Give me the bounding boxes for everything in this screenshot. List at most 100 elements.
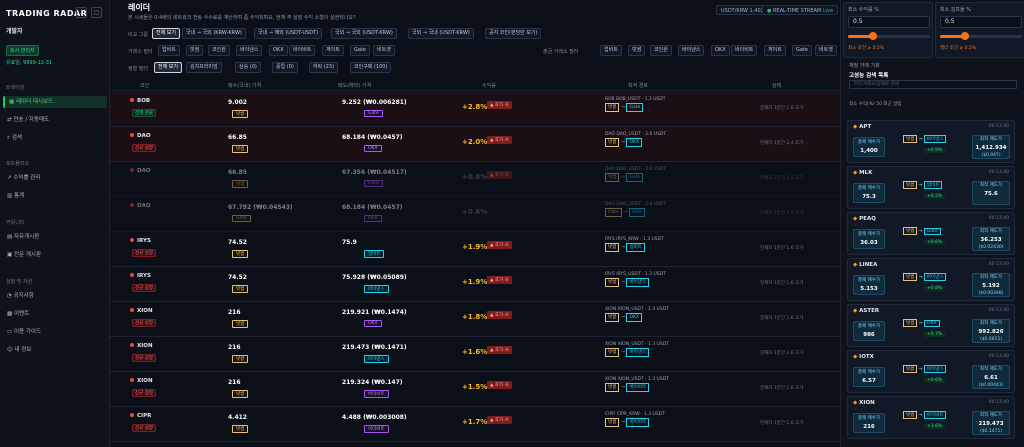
card-sell-label: 최적 매도가: [979, 137, 1003, 142]
compare-chip[interactable]: 국외 → 국내 (USDT-KRW): [408, 28, 474, 39]
table-row[interactable]: IRYS 신규 상장 74.52 빗썸 75.928 (₩0.05089) 바이낸스 +1.…: [110, 267, 840, 302]
nav-transfer[interactable]: ⇄ 전송 / 자동매도: [3, 114, 107, 126]
nav-notice[interactable]: ◔ 공지사항: [3, 290, 107, 302]
table-row[interactable]: XION 신규 상장 216 빗썸 219.473 (₩0.1471) 바이낸스 +1.6%…: [110, 337, 840, 372]
exchange-chip-2[interactable]: 코인원: [650, 45, 672, 56]
col-status[interactable]: 상태: [772, 82, 781, 89]
nav-event[interactable]: ▩ 이벤트: [3, 308, 107, 320]
compare-chip[interactable]: 공지 코인(펀딩만 보기): [485, 28, 542, 39]
exchange-chip-2[interactable]: OKX: [711, 45, 730, 56]
opportunity-card[interactable]: ◆ XION 00:13:40 총매 매수가 216 빗썸 → 바이비트 +1.6% 최적 …: [847, 396, 1015, 439]
col-coin[interactable]: 코인: [140, 82, 149, 89]
col-buy[interactable]: 매수(국내) 가격: [228, 82, 261, 89]
col-sell[interactable]: 매도(해외) 가격: [338, 82, 371, 89]
nav-profile[interactable]: ☺ 내 정보: [3, 344, 107, 356]
opportunity-card[interactable]: ◆ IOTX 00:13:40 총매 매수가 6.57 빗썸 → 바이낸스 +0.6% 최적…: [847, 350, 1015, 393]
alert-badge[interactable]: ▲ 호가 사: [487, 416, 512, 424]
table-row[interactable]: IRYS 신규 상장 74.52 빗썸 75.9 업비트 +1.9% ▲ 호가 사 IRYS I…: [110, 232, 840, 267]
sort-chip[interactable]: 상승 (0): [235, 62, 261, 73]
exchange-chip[interactable]: 비트겟: [373, 45, 395, 56]
exchange-chip-2[interactable]: 바이낸스: [678, 45, 705, 56]
nav-expert-board[interactable]: ▣ 전문 게시판: [3, 249, 107, 261]
status-dot-icon: [130, 378, 134, 382]
exchange-chip-2[interactable]: 게이트: [764, 45, 786, 56]
compare-chip[interactable]: 국외 → 국외 (USDT-KRW): [331, 28, 397, 39]
slider-knob[interactable]: [960, 32, 969, 40]
best-route[interactable]: DAO DAO_USDT · 2.6 USDT Gate → OKX: [605, 201, 695, 217]
exchange-chip-2[interactable]: 바이비트: [731, 45, 758, 56]
alert-badge[interactable]: ▲ 호가 사: [487, 311, 512, 319]
sort-chip[interactable]: 코인구매 (100): [350, 62, 392, 73]
best-route[interactable]: XION XION_USDT · 1.3 USDT 빗썸 → OKX: [605, 306, 695, 322]
sort-chip[interactable]: 중립 (0): [272, 62, 298, 73]
sort-chip[interactable]: 하락 (23): [309, 62, 339, 73]
alert-badge[interactable]: ▲ 호가 사: [487, 241, 512, 249]
alert-badge[interactable]: ▲ 호가 사: [487, 381, 512, 389]
exchange-chip-2[interactable]: 비트겟: [815, 45, 837, 56]
col-route[interactable]: 최적 경로: [628, 82, 648, 89]
table-row[interactable]: XION 신규 상장 216 빗썸 219.324 (₩0.147) 바이비트 +1.5% ▲…: [110, 372, 840, 407]
alert-badge[interactable]: ▲ 호가 사: [487, 346, 512, 354]
best-route[interactable]: XION XION_USDT · 1.3 USDT 빗썸 → 바이낸스: [605, 341, 695, 357]
exchange-chip[interactable]: 업비트: [158, 45, 180, 56]
profit-percent: +2.8%: [462, 103, 488, 111]
opportunity-card[interactable]: ◆ APT 00:13:40 총매 매수가 1,400 빗썸 → 바이낸스 +0.9% 최적…: [847, 120, 1015, 163]
min-profit-input[interactable]: 0.5: [848, 16, 930, 28]
sort-chip[interactable]: 전체 보기: [154, 62, 182, 73]
col-profit[interactable]: 수익률: [482, 82, 496, 89]
min-kimp-slider[interactable]: [940, 32, 1022, 40]
best-route[interactable]: DAO DAO_USDT · 2.6 USDT 빗썸 → OKX: [605, 131, 695, 147]
compare-chip[interactable]: 국내 → 해외 (USDT-USDT): [254, 28, 323, 39]
best-route[interactable]: DAO DAO_USDT · 2.6 USDT 빗썸 → Gate: [605, 166, 695, 182]
exchange-chip[interactable]: 바이비트: [289, 45, 316, 56]
nav-free-board[interactable]: ▤ 자유게시판: [3, 231, 107, 243]
exchange-chip-2[interactable]: 빗썸: [628, 45, 646, 56]
opportunity-card[interactable]: ◆ MLK 00:13:40 총매 매수가 75.3 빗썸 → 업비트 +0.5% 최적 매…: [847, 166, 1015, 209]
best-route[interactable]: IRYS IRYS_USDT · 1.3 USDT 빗썸 → 바이낸스: [605, 271, 695, 287]
exchange-chip[interactable]: Gate: [350, 45, 370, 56]
slider-knob[interactable]: [868, 32, 877, 40]
exchange-chip[interactable]: OKX: [269, 45, 288, 56]
exchange-chip[interactable]: 게이트: [322, 45, 344, 56]
exchange-chip[interactable]: 빗썸: [186, 45, 204, 56]
table-row[interactable]: XION 신규 상장 216 빗썸 219.921 (₩0.1474) OKX +1.8% ▲…: [110, 302, 840, 337]
table-row[interactable]: BOB 전액 완료 9.002 빗썸 9.252 (₩0.006281) Gate +2.8…: [110, 92, 840, 127]
compare-chip[interactable]: 국내 → 국외 (KRW-KRW): [182, 28, 246, 39]
alert-badge[interactable]: ▲ 호가 사: [487, 101, 512, 109]
card-sell: 최적 매도가 219.473 ($0.1471): [972, 411, 1010, 435]
alert-badge[interactable]: ▲ 호가 사: [487, 171, 512, 179]
table-row[interactable]: DAO 67.792 (₩0.04543) Gate 68.184 (₩0.0457)…: [110, 197, 840, 232]
best-route[interactable]: BOB BOB_USDT · 1.3 USDT 빗썸 → Gate: [605, 96, 695, 112]
opportunity-card[interactable]: ◆ LINEA 00:13:40 총매 매수가 5.153 빗썸 → 바이낸스 +0.8%…: [847, 258, 1015, 301]
best-route[interactable]: CIPR CIPR_KRW · 1.3 USDT 빗썸 → 바이비트: [605, 411, 695, 427]
exchange-chip[interactable]: 코인원: [208, 45, 230, 56]
alert-badge[interactable]: ▲ 호가 사: [487, 136, 512, 144]
status-note: 현재차 1분간 1.6 호가: [760, 246, 804, 251]
table-row[interactable]: DAO 66.85 빗썸 67.356 (₩0.04517) Gate +0.8% ▲ 호가…: [110, 162, 840, 197]
nav-profit[interactable]: ↗ 수익률 관리: [3, 172, 107, 184]
exchange-chip[interactable]: 바이낸스: [236, 45, 263, 56]
compare-chip[interactable]: 전체 보기: [152, 28, 180, 39]
table-row[interactable]: DAO 신규 상장 66.85 빗썸 68.184 (₩0.0457) OKX +2.0% ▲…: [110, 127, 840, 162]
sort-chip[interactable]: 김치프리미엄: [186, 62, 222, 73]
nav-radar-dashboard[interactable]: ▦ 레이더 대시보드: [3, 96, 107, 108]
min-kimp-input[interactable]: 0.5: [940, 16, 1022, 28]
card-coin: ◆ MLK: [853, 170, 872, 176]
panel-controls[interactable]: 최소 수익(%) 50 최근 알림: [849, 101, 901, 107]
opportunity-card[interactable]: ◆ ASTER 00:13:40 총매 매수가 986 빗썸 → OKX +0.7% 최적 …: [847, 304, 1015, 347]
nav-stats[interactable]: ▥ 통계: [3, 190, 107, 202]
nav-guide[interactable]: ▭ 이용 가이드: [3, 326, 107, 338]
best-route[interactable]: IRYS IRYS_KRW · 1.3 USDT 빗썸 → 업비트: [605, 236, 695, 252]
alert-badge[interactable]: ▲ 호가 사: [487, 276, 512, 284]
nav-search[interactable]: ⌕ 검색: [3, 132, 107, 144]
exchange-chip-2[interactable]: 업비트: [600, 45, 622, 56]
settings-icon[interactable]: ▢: [91, 7, 102, 18]
opportunity-card[interactable]: ◆ PEAQ 00:13:40 총매 매수가 36.03 빗썸 → Gate +0.6% 최…: [847, 212, 1015, 255]
bell-icon[interactable]: ♪: [76, 7, 87, 18]
min-profit-slider[interactable]: [848, 32, 930, 40]
panel-search-input[interactable]: 코인/거래소/상태로 검색: [849, 80, 1017, 89]
table-row[interactable]: CIPR 신규 상장 4.412 빗썸 4.488 (₩0.003008) 바이비트 +1.…: [110, 407, 840, 442]
best-route[interactable]: XION XION_USDT · 1.3 USDT 빗썸 → 바이비트: [605, 376, 695, 392]
status-dot-icon: [130, 343, 134, 347]
exchange-chip-2[interactable]: Gate: [792, 45, 812, 56]
